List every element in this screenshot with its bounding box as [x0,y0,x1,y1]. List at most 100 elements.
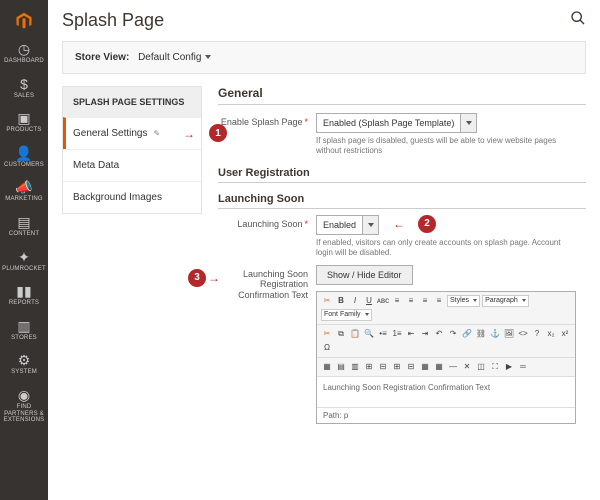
bold-icon[interactable]: B [335,295,347,307]
chevron-down-icon [460,114,476,132]
nav-partners[interactable]: ◉FIND PARTNERS & EXTENSIONS [0,382,48,430]
nav-system[interactable]: ⚙SYSTEM [0,347,48,382]
nav-label: STORES [11,335,37,342]
content-icon: ▤ [17,215,30,229]
nav-reports[interactable]: ▮▮REPORTS [0,278,48,313]
field-label: Launching Soon Registration Confirmation… [218,265,308,424]
search-icon[interactable] [570,10,586,31]
link-icon[interactable]: 🔗 [461,328,473,340]
nav-content[interactable]: ▤CONTENT [0,209,48,244]
copy-icon[interactable]: ⧉ [335,328,347,340]
cut-icon[interactable]: ✂ [321,328,333,340]
settings-sidebar: SPLASH PAGE SETTINGS General Settings ✎ … [62,86,202,214]
help-icon[interactable]: ? [531,328,543,340]
help-text: If enabled, visitors can only create acc… [316,238,566,259]
nav-plumrocket[interactable]: ✦PLUMROCKET [0,244,48,279]
nav-marketing[interactable]: 📣MARKETING [0,174,48,209]
callout-2: 2 [418,215,436,233]
hr-icon[interactable]: — [447,361,459,373]
superscript-icon[interactable]: x² [559,328,571,340]
sales-icon: $ [20,77,28,91]
field-label: Enable Splash Page* [218,113,308,157]
subscript-icon[interactable]: x₂ [545,328,557,340]
launching-soon-select[interactable]: Enabled [316,215,379,235]
undo-icon[interactable]: ↶ [433,328,445,340]
image-icon[interactable]: 🖼 [503,328,515,340]
bullet-list-icon[interactable]: •≡ [377,328,389,340]
underline-icon[interactable]: U [363,295,375,307]
visual-aid-icon[interactable]: ◫ [475,361,487,373]
chevron-down-icon [362,216,378,234]
nav-label: SYSTEM [11,369,37,376]
nav-sales[interactable]: $SALES [0,71,48,106]
italic-icon[interactable]: I [349,295,361,307]
fontfamily-select[interactable]: Font Family [321,309,372,321]
callout-arrow-3: → [208,271,220,285]
outdent-icon[interactable]: ⇤ [405,328,417,340]
remove-format-icon[interactable]: ✕ [461,361,473,373]
section-userreg-title: User Registration [218,167,586,183]
nav-customers[interactable]: 👤CUSTOMERS [0,140,48,175]
row-props-icon[interactable]: ▤ [335,361,347,373]
styles-select[interactable]: Styles [447,295,480,307]
delete-row-icon[interactable]: ⊟ [377,361,389,373]
align-left-icon[interactable]: ≡ [391,295,403,307]
align-right-icon[interactable]: ≡ [419,295,431,307]
page-title: Splash Page [62,10,164,31]
config-panel: General Enable Splash Page* Enabled (Spl… [218,86,586,500]
callout-1: 1 [209,124,227,142]
nav-products[interactable]: ▣PRODUCTS [0,105,48,140]
select-value: Enabled (Splash Page Template) [317,114,460,132]
paste-icon[interactable]: 📋 [349,328,361,340]
redo-icon[interactable]: ↷ [447,328,459,340]
unlink-icon[interactable]: ⛓ [475,328,487,340]
nav-label: REPORTS [9,300,39,307]
wysiwyg-editor: ✂ B I U ᴀʙᴄ ≡ ≡ ≡ ≡ Styles Paragraph [316,291,576,424]
field-launching-soon: Launching Soon* Enabled → 2 If enabled, … [218,215,586,259]
marketing-icon: 📣 [15,180,32,194]
nav-label: CUSTOMERS [4,162,44,169]
magento-logo [0,6,48,36]
cell-props-icon[interactable]: ▥ [349,361,361,373]
dashboard-icon: ◷ [18,42,30,56]
insert-row-icon[interactable]: ⊞ [363,361,375,373]
paragraph-select[interactable]: Paragraph [482,295,529,307]
editor-toolbar: ✂ B I U ᴀʙᴄ ≡ ≡ ≡ ≡ Styles Paragraph [317,292,575,325]
nav-label: FIND PARTNERS & EXTENSIONS [2,404,46,424]
split-cells-icon[interactable]: ▦ [433,361,445,373]
strikethrough-icon[interactable]: ᴀʙᴄ [377,295,389,307]
store-view-bar: Store View: Default Config [62,41,586,74]
stores-icon: ▥ [17,319,30,333]
find-icon[interactable]: 🔍 [363,328,375,340]
callout-arrow-2: → [393,217,405,231]
section-general-title: General [218,86,586,105]
editor-path: Path: p [317,407,575,423]
merge-cells-icon[interactable]: ▦ [419,361,431,373]
editor-textarea[interactable]: Launching Soon Registration Confirmation… [317,377,575,407]
settings-nav-title: SPLASH PAGE SETTINGS [63,87,201,117]
anchor-icon[interactable]: ⚓ [489,328,501,340]
indent-icon[interactable]: ⇥ [419,328,431,340]
store-view-select[interactable]: Default Config [138,52,211,63]
enable-splash-select[interactable]: Enabled (Splash Page Template) [316,113,477,133]
nav-dashboard[interactable]: ◷DASHBOARD [0,36,48,71]
show-hide-editor-button[interactable]: Show / Hide Editor [316,265,413,285]
hr2-icon[interactable]: ═ [517,361,529,373]
code-icon[interactable]: <> [517,328,529,340]
delete-col-icon[interactable]: ⊟ [405,361,417,373]
media-icon[interactable]: ▶ [503,361,515,373]
insert-col-icon[interactable]: ⊞ [391,361,403,373]
table-icon[interactable]: ▦ [321,361,333,373]
insert-widget-icon[interactable]: ✂ [321,295,333,307]
field-enable-splash: Enable Splash Page* Enabled (Splash Page… [218,113,586,157]
nav-stores[interactable]: ▥ STORES [0,313,48,348]
settings-item-general[interactable]: General Settings ✎ [63,117,201,149]
fullscreen-icon[interactable]: ⛶ [489,361,501,373]
align-center-icon[interactable]: ≡ [405,295,417,307]
number-list-icon[interactable]: 1≡ [391,328,403,340]
align-justify-icon[interactable]: ≡ [433,295,445,307]
special-char-icon[interactable]: Ω [321,342,333,354]
main-content: Splash Page Store View: Default Config S… [48,0,600,500]
settings-item-bgimages[interactable]: Background Images [63,181,201,213]
settings-item-metadata[interactable]: Meta Data [63,149,201,181]
